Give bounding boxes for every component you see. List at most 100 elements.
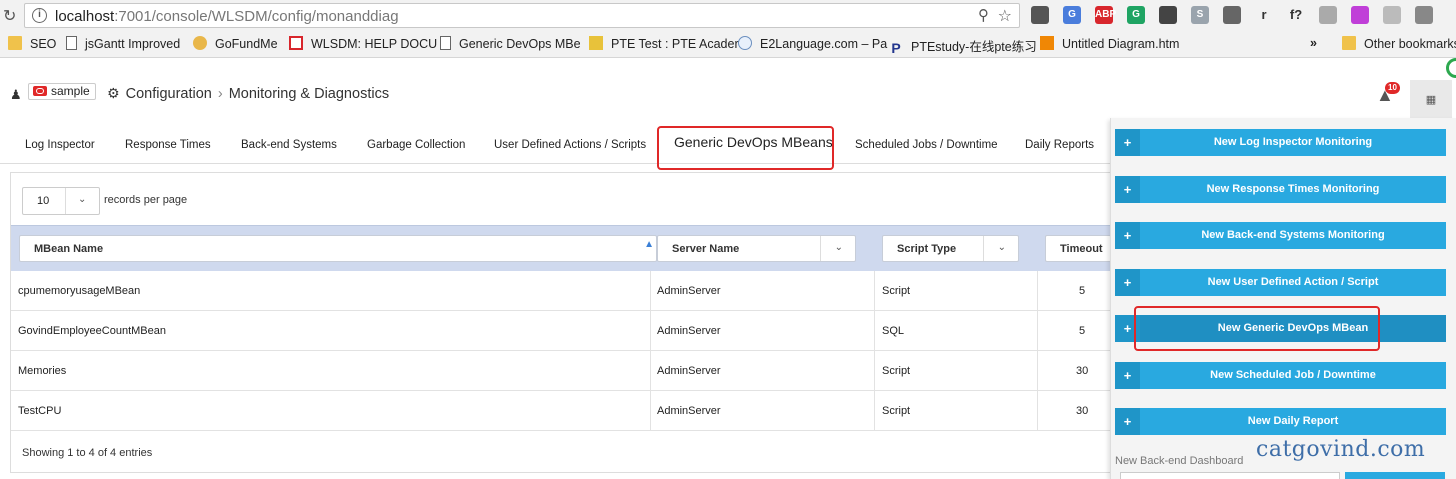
bookmarks-bar: SEO jsGantt Improved GoFundMe WLSDM: HEL… <box>0 31 1456 58</box>
bookmarks-overflow[interactable]: » <box>1310 36 1317 50</box>
col-filter-script-type[interactable]: Script Type ⌄ <box>882 235 1019 262</box>
tab-response-times[interactable]: Response Times <box>125 139 211 151</box>
extension-icon[interactable] <box>1383 6 1401 24</box>
cell-mbean-name: cpumemoryusageMBean <box>18 285 141 297</box>
col-filter-mbean-name[interactable]: MBean Name ▲ <box>19 235 657 262</box>
extension-icon[interactable]: G <box>1063 6 1081 24</box>
pte-icon <box>589 36 603 50</box>
tab-daily-reports[interactable]: Daily Reports <box>1025 139 1094 151</box>
url-host: localhost <box>55 8 115 25</box>
user-icon[interactable]: ♟ <box>10 87 22 103</box>
extension-icon[interactable] <box>1223 6 1241 24</box>
extension-icon[interactable] <box>1351 6 1369 24</box>
extension-icon[interactable]: G <box>1127 6 1145 24</box>
active-tab-highlight <box>657 126 834 170</box>
chevron-down-icon: ⌄ <box>834 242 843 253</box>
cell-timeout: 30 <box>1076 405 1089 417</box>
extension-icon[interactable] <box>1159 6 1177 24</box>
page-length-label: records per page <box>104 194 188 206</box>
page-icon <box>440 36 451 50</box>
zoom-icon[interactable]: ⚲ <box>978 6 989 24</box>
e2language-icon <box>738 36 752 50</box>
bookmark-generic-devops[interactable]: Generic DevOps MBe <box>440 36 581 51</box>
cell-mbean-name: Memories <box>18 365 67 377</box>
plus-icon: + <box>1115 176 1140 203</box>
tab-scheduled-jobs[interactable]: Scheduled Jobs / Downtime <box>855 139 998 151</box>
cell-script-type: Script <box>882 285 911 297</box>
column-divider <box>1037 271 1038 431</box>
breadcrumb: ⚙ Configuration › Monitoring & Diagnostics <box>107 85 389 102</box>
grid-menu-button[interactable]: ▦ <box>1410 80 1452 120</box>
drawio-icon <box>1040 36 1054 50</box>
table-row[interactable]: cpumemoryusageMBean AdminServer Script 5 <box>11 271 1111 311</box>
bookmark-seo[interactable]: SEO <box>8 36 56 51</box>
cell-script-type: SQL <box>882 325 905 337</box>
extension-icon[interactable] <box>1319 6 1337 24</box>
wlsdm-icon <box>289 36 303 50</box>
bookmark-gofundme[interactable]: GoFundMe <box>193 36 278 51</box>
new-scheduled-job-button[interactable]: + New Scheduled Job / Downtime <box>1115 362 1446 389</box>
select-divider <box>820 236 821 261</box>
extension-icon[interactable]: r <box>1255 6 1273 24</box>
crumb-configuration[interactable]: Configuration <box>126 86 212 102</box>
bookmark-pte-test[interactable]: PTE Test : PTE Acader <box>589 36 739 51</box>
bookmark-wlsdm[interactable]: WLSDM: HELP DOCU <box>289 36 437 51</box>
tab-backend-systems[interactable]: Back-end Systems <box>241 139 337 151</box>
cell-mbean-name: TestCPU <box>18 405 62 417</box>
info-icon[interactable]: i <box>32 8 47 23</box>
url-text[interactable]: localhost:7001/console/WLSDM/config/mona… <box>55 8 399 25</box>
extension-icon[interactable]: f? <box>1287 6 1305 24</box>
address-bar[interactable]: i localhost:7001/console/WLSDM/config/mo… <box>24 3 1020 28</box>
reload-icon[interactable]: ↻ <box>3 6 16 26</box>
bookmark-jsgantt[interactable]: jsGantt Improved <box>66 36 180 51</box>
dashboard-label: New Back-end Dashboard <box>1115 455 1244 467</box>
table-row[interactable]: TestCPU AdminServer Script 30 <box>11 391 1111 431</box>
bookmark-untitled-diagram[interactable]: Untitled Diagram.htm <box>1040 36 1179 51</box>
cell-server-name: AdminServer <box>657 285 721 297</box>
plus-icon: + <box>1115 222 1140 249</box>
table-row[interactable]: GovindEmployeeCountMBean AdminServer SQL… <box>11 311 1111 351</box>
ptestudy-icon: P <box>891 40 901 56</box>
extension-icon[interactable] <box>1415 6 1433 24</box>
url-path: :7001/console/WLSDM/config/monanddiag <box>114 8 399 25</box>
domain-badge[interactable]: sample <box>28 83 96 100</box>
folder-icon <box>8 36 22 50</box>
extension-icon[interactable]: S <box>1191 6 1209 24</box>
select-divider <box>65 188 66 214</box>
new-log-inspector-button[interactable]: + New Log Inspector Monitoring <box>1115 129 1446 156</box>
page-icon <box>66 36 77 50</box>
new-response-times-button[interactable]: + New Response Times Monitoring <box>1115 176 1446 203</box>
plus-icon: + <box>1115 408 1140 435</box>
crumb-separator: › <box>217 86 223 102</box>
gofundme-icon <box>193 36 207 50</box>
col-filter-server-name[interactable]: Server Name ⌄ <box>657 235 856 262</box>
select-divider <box>983 236 984 261</box>
bookmark-e2language[interactable]: E2Language.com – Pa <box>738 36 887 51</box>
tab-user-defined-actions[interactable]: User Defined Actions / Scripts <box>494 139 646 151</box>
dashboard-name-input[interactable] <box>1120 472 1340 479</box>
col-filter-timeout[interactable]: Timeout <box>1045 235 1111 262</box>
new-daily-report-button[interactable]: + New Daily Report <box>1115 408 1446 435</box>
other-bookmarks[interactable]: Other bookmarks <box>1342 36 1456 51</box>
chevron-down-icon: ⌄ <box>78 194 87 205</box>
page-length-select[interactable]: 10 ⌄ <box>22 187 100 215</box>
dashboard-create-button[interactable] <box>1345 472 1445 479</box>
new-backend-systems-button[interactable]: + New Back-end Systems Monitoring <box>1115 222 1446 249</box>
tab-log-inspector[interactable]: Log Inspector <box>25 139 95 151</box>
sort-asc-icon[interactable]: ▲ <box>644 239 654 250</box>
extension-icon[interactable]: ABP <box>1095 6 1116 24</box>
extension-icon[interactable] <box>1031 6 1049 24</box>
gear-icon: ⚙ <box>107 85 120 101</box>
bookmark-ptestudy[interactable]: P PTEstudy-在线pte练习 <box>889 36 1036 56</box>
col-label-server-name: Server Name <box>672 243 740 255</box>
bookmark-star-icon[interactable]: ☆ <box>998 6 1012 26</box>
new-user-defined-action-button[interactable]: + New User Defined Action / Script <box>1115 269 1446 296</box>
table-row[interactable]: Memories AdminServer Script 30 <box>11 351 1111 391</box>
cell-script-type: Script <box>882 365 911 377</box>
plus-icon: + <box>1115 362 1140 389</box>
cell-mbean-name: GovindEmployeeCountMBean <box>18 325 166 337</box>
tab-bar: Log Inspector Response Times Back-end Sy… <box>0 128 1110 164</box>
table-header: MBean Name ▲ Server Name ⌄ Script Type ⌄… <box>11 225 1111 271</box>
cell-server-name: AdminServer <box>657 405 721 417</box>
tab-garbage-collection[interactable]: Garbage Collection <box>367 139 465 151</box>
